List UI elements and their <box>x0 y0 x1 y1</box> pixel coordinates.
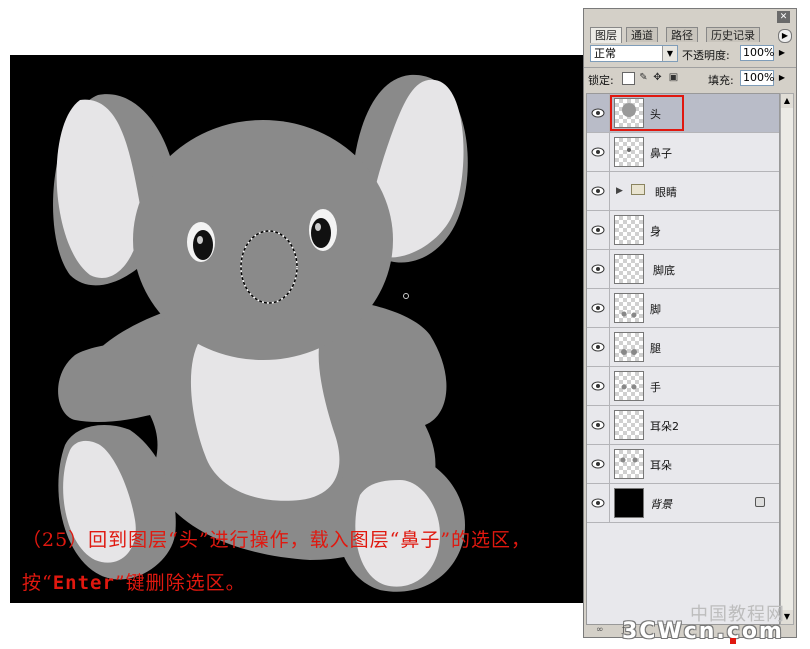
divider <box>609 172 610 210</box>
blend-opacity-row: 正常 ▼ 不透明度: 100% ▶ <box>588 45 794 65</box>
chevron-down-icon[interactable]: ▼ <box>662 46 677 61</box>
eye-icon[interactable] <box>591 341 605 353</box>
highlight-box <box>610 95 684 131</box>
eye-icon[interactable] <box>591 185 605 197</box>
lock-all-icon[interactable]: ▣ <box>668 72 679 83</box>
eye-icon[interactable] <box>591 380 605 392</box>
layer-name[interactable]: 手 <box>650 379 661 395</box>
panel-tabs: 图层 通道 路径 历史记录 <box>588 27 794 43</box>
layer-thumbnail <box>614 449 644 479</box>
layer-name[interactable]: 身 <box>650 223 661 239</box>
caption-line-2-start: 按“ <box>22 572 53 594</box>
layer-thumbnail <box>614 293 644 323</box>
divider <box>609 211 610 249</box>
layer-name[interactable]: 头 <box>650 106 661 122</box>
fill-arrow-icon[interactable]: ▶ <box>776 70 788 86</box>
fill-label: 填充: <box>708 74 734 87</box>
blend-mode-value: 正常 <box>594 47 616 60</box>
divider <box>609 328 610 366</box>
caption-line-1: （25）回到图层“头”进行操作，载入图层“鼻子”的选区， <box>22 529 532 551</box>
layers-scrollbar[interactable]: ▲ ▼ <box>780 93 794 625</box>
lock-paint-icon[interactable]: ✎ <box>638 72 649 83</box>
caption-line-2-end: ”键删除选区。 <box>114 572 246 594</box>
layer-row-nose[interactable]: 鼻子 <box>587 133 779 172</box>
layer-name[interactable]: 耳朵 <box>650 457 672 473</box>
koala-illustration <box>53 74 468 592</box>
eye-icon[interactable] <box>591 263 605 275</box>
layer-name[interactable]: 腿 <box>650 340 661 356</box>
opacity-label: 不透明度: <box>682 49 730 62</box>
layer-row-hand[interactable]: 手 <box>587 367 779 406</box>
divider <box>584 67 796 68</box>
scroll-up-icon[interactable]: ▲ <box>781 94 793 108</box>
caption-enter-key: Enter <box>52 572 115 594</box>
blend-mode-select[interactable]: 正常 ▼ <box>590 45 678 62</box>
layer-name[interactable]: 耳朵2 <box>650 418 679 434</box>
watermark-logo: 3CWcn.com <box>622 619 784 644</box>
folder-icon <box>631 184 645 195</box>
tab-paths[interactable]: 路径 <box>666 27 698 42</box>
link-icon[interactable]: ∞ <box>596 625 604 635</box>
layer-row-foot[interactable]: 脚 <box>587 289 779 328</box>
eye-icon[interactable] <box>591 107 605 119</box>
divider <box>609 289 610 327</box>
opacity-input[interactable]: 100% <box>740 45 774 61</box>
layer-row-ear2[interactable]: 耳朵2 <box>587 406 779 445</box>
eye-icon[interactable] <box>591 146 605 158</box>
lock-fill-row: 锁定: ✎ ✥ ▣ 填充: 100% ▶ <box>588 70 794 90</box>
eye-icon[interactable] <box>591 419 605 431</box>
divider <box>609 484 610 522</box>
layer-name[interactable]: 背景 <box>650 496 672 512</box>
opacity-arrow-icon[interactable]: ▶ <box>776 45 788 61</box>
eye-icon[interactable] <box>591 458 605 470</box>
close-icon[interactable]: ✕ <box>777 11 790 23</box>
eye-icon[interactable] <box>591 497 605 509</box>
layer-row-ear[interactable]: 耳朵 <box>587 445 779 484</box>
caption-line-2: 按“Enter”键删除选区。 <box>22 568 246 595</box>
layer-thumbnail <box>614 137 644 167</box>
fill-input[interactable]: 100% <box>740 70 774 86</box>
layer-row-background[interactable]: 背景 <box>587 484 779 523</box>
panel-menu-icon[interactable]: ▶ <box>778 29 792 43</box>
layer-name[interactable]: 脚 <box>650 301 661 317</box>
divider <box>609 406 610 444</box>
eye-icon[interactable] <box>591 302 605 314</box>
layer-name[interactable]: 眼睛 <box>655 184 677 200</box>
layer-name[interactable]: 鼻子 <box>650 145 672 161</box>
layer-name[interactable]: 脚底 <box>653 262 675 278</box>
layer-thumbnail <box>614 254 644 284</box>
tab-channels[interactable]: 通道 <box>626 27 658 42</box>
tab-history[interactable]: 历史记录 <box>706 27 760 42</box>
expand-arrow-icon[interactable]: ▶ <box>616 186 623 196</box>
lock-icon <box>755 497 765 507</box>
layer-thumbnail <box>614 371 644 401</box>
layers-panel: ✕ 图层 通道 路径 历史记录 ▶ 正常 ▼ 不透明度: 100% ▶ 锁定: … <box>583 8 797 638</box>
lock-transparency-icon[interactable] <box>622 72 635 85</box>
layers-list: 头 鼻子 ▶ 眼睛 身 脚底 脚 腿 手 耳朵2 耳朵 背景 <box>586 93 780 625</box>
layer-row-leg[interactable]: 腿 <box>587 328 779 367</box>
document-canvas[interactable] <box>10 55 590 603</box>
panel-titlebar[interactable]: ✕ <box>584 9 796 25</box>
divider <box>609 445 610 483</box>
layer-thumbnail <box>614 215 644 245</box>
layer-thumbnail <box>614 332 644 362</box>
watermark-dot <box>730 638 736 644</box>
layer-row-head[interactable]: 头 <box>587 94 779 133</box>
layer-row-sole[interactable]: 脚底 <box>587 250 779 289</box>
layer-row-eyes-group[interactable]: ▶ 眼睛 <box>587 172 779 211</box>
divider <box>609 367 610 405</box>
lock-move-icon[interactable]: ✥ <box>652 72 663 83</box>
layer-thumbnail <box>614 410 644 440</box>
layer-row-body[interactable]: 身 <box>587 211 779 250</box>
lock-label: 锁定: <box>588 74 614 87</box>
layer-thumbnail <box>614 488 644 518</box>
eye-icon[interactable] <box>591 224 605 236</box>
divider <box>609 250 610 288</box>
divider <box>609 133 610 171</box>
tab-layers[interactable]: 图层 <box>590 27 622 43</box>
